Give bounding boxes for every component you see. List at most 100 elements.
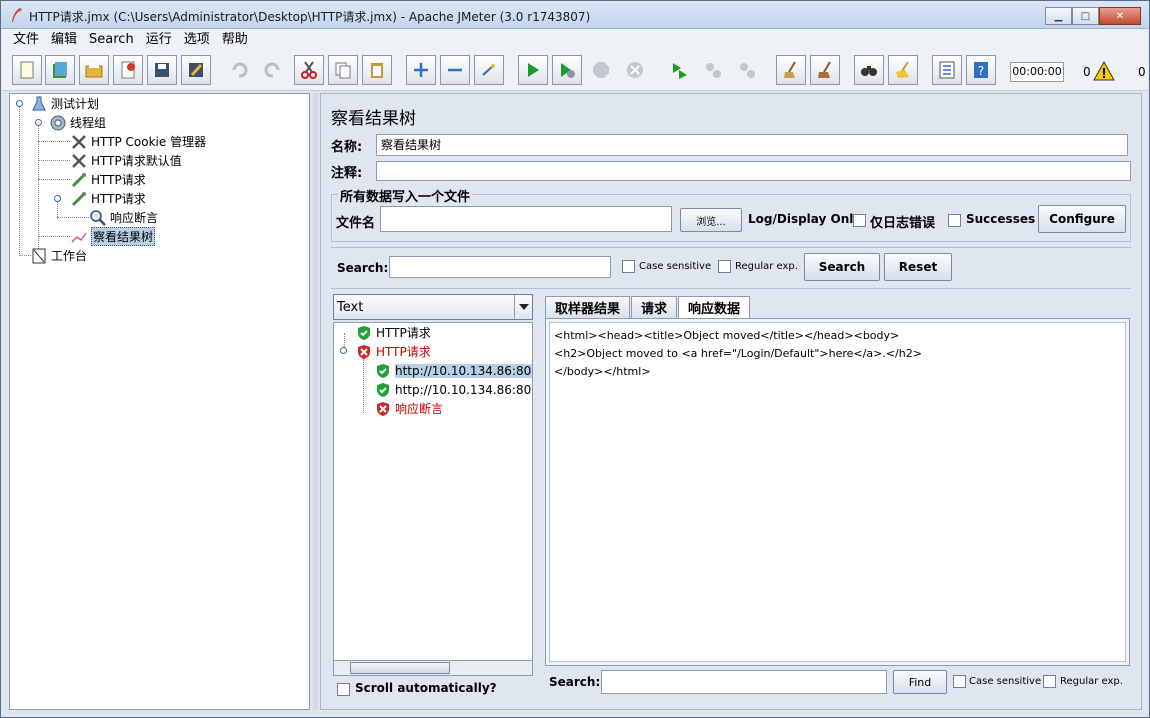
clear-all-button[interactable] <box>810 55 840 85</box>
group-title: 所有数据写入一个文件 <box>338 186 473 205</box>
menu-edit[interactable]: 编辑 <box>45 29 83 51</box>
tab-request[interactable]: 请求 <box>631 296 678 318</box>
tab-response-data[interactable]: 响应数据 <box>678 296 751 318</box>
tree-item-thread-group[interactable]: 线程组 <box>49 113 106 132</box>
tree-guide-line <box>38 160 70 161</box>
scroll-auto-checkbox[interactable] <box>337 683 350 696</box>
tree-item-view-results-tree[interactable]: 察看结果树 <box>70 227 156 246</box>
split-pane-divider[interactable] <box>313 93 318 710</box>
tree-expand-handle[interactable] <box>54 195 61 202</box>
name-input[interactable]: 察看结果树 <box>376 134 1128 156</box>
horizontal-scrollbar[interactable] <box>333 660 533 676</box>
toggle-button[interactable] <box>474 55 504 85</box>
start-button[interactable] <box>518 55 548 85</box>
comment-input[interactable] <box>375 161 1131 181</box>
new-button[interactable] <box>12 55 42 85</box>
tree-item-test-plan[interactable]: 测试计划 <box>30 94 99 113</box>
maximize-button[interactable]: □ <box>1072 7 1099 25</box>
scissors-icon <box>301 61 317 79</box>
cut-button[interactable] <box>294 55 324 85</box>
errors-only-label: 仅日志错误 <box>870 216 936 231</box>
successes-checkbox[interactable] <box>948 214 961 227</box>
browse-button[interactable]: 浏览... <box>680 208 742 232</box>
help-button[interactable]: ? <box>966 55 996 85</box>
chevron-down-icon[interactable] <box>514 295 532 319</box>
tree-expand-handle[interactable] <box>16 100 23 107</box>
menu-run[interactable]: 运行 <box>140 29 178 51</box>
remote-start-button[interactable] <box>664 55 694 85</box>
tree-guide-line <box>38 125 39 249</box>
shutdown-button[interactable] <box>620 55 650 85</box>
redo-button[interactable] <box>258 55 288 85</box>
result-item[interactable]: http://10.10.134.86:8083/ <box>375 380 532 399</box>
search-bar: Search: Case sensitive Regular exp. Sear… <box>331 247 1131 289</box>
save-as-button[interactable] <box>181 55 211 85</box>
log-display-label: Log/Display Only: <box>748 212 866 226</box>
remote-shutdown-button[interactable] <box>732 55 762 85</box>
start-no-pauses-button[interactable] <box>552 55 582 85</box>
paste-button[interactable] <box>362 55 392 85</box>
result-item[interactable]: 响应断言 <box>375 399 443 418</box>
regular-exp-checkbox[interactable] <box>718 260 731 273</box>
warning-triangle-icon[interactable] <box>1093 61 1115 81</box>
tree-expand-handle[interactable] <box>340 347 347 354</box>
menu-search[interactable]: Search <box>83 29 140 51</box>
reset-button[interactable]: Reset <box>884 253 952 281</box>
reset-search-button[interactable] <box>888 55 918 85</box>
expand-all-button[interactable] <box>406 55 436 85</box>
tree-item-http-request-2[interactable]: HTTP请求 <box>70 189 146 208</box>
tree-item-response-assertion[interactable]: 响应断言 <box>89 208 158 227</box>
filename-input[interactable] <box>380 206 672 232</box>
close-plan-button[interactable] <box>113 55 143 85</box>
tree-expand-handle[interactable] <box>35 119 42 126</box>
renderer-select[interactable]: Text <box>333 294 533 320</box>
response-regular-exp-checkbox[interactable] <box>1043 675 1056 688</box>
search-toolbar-button[interactable] <box>854 55 884 85</box>
case-sensitive-checkbox[interactable] <box>622 260 635 273</box>
configure-button[interactable]: Configure <box>1038 205 1126 233</box>
find-button[interactable]: Find <box>893 670 947 694</box>
response-search-input[interactable] <box>601 670 887 694</box>
menu-help[interactable]: 帮助 <box>216 29 254 51</box>
result-item[interactable]: HTTP请求 <box>356 342 431 361</box>
active-threads-count: 0 <box>1138 65 1146 79</box>
collapse-all-button[interactable] <box>440 55 470 85</box>
gear-icon <box>49 114 67 132</box>
open-button[interactable] <box>79 55 109 85</box>
remote-stop-button[interactable] <box>698 55 728 85</box>
scrollbar-thumb[interactable] <box>350 662 450 674</box>
write-to-file-group: 所有数据写入一个文件 文件名 浏览... Log/Display Only: 仅… <box>331 186 1131 242</box>
filename-label: 文件名 <box>336 216 376 231</box>
graph-icon <box>70 228 88 246</box>
stop-button[interactable] <box>586 55 616 85</box>
undo-button[interactable] <box>224 55 254 85</box>
response-regular-exp-label: Regular exp. <box>1060 676 1123 687</box>
result-item[interactable]: HTTP请求 <box>356 323 431 342</box>
result-item-label: 响应断言 <box>395 402 444 416</box>
search-button[interactable]: Search <box>804 253 880 281</box>
function-helper-button[interactable] <box>932 55 962 85</box>
response-text-area[interactable]: <html><head><title>Object moved</title><… <box>549 322 1126 662</box>
jmeter-window: HTTP请求.jmx (C:\Users\Administrator\Deskt… <box>0 0 1150 718</box>
result-item-label: http://10.10.134.86:8083/ <box>395 363 532 378</box>
tree-item-http-request-1[interactable]: HTTP请求 <box>70 170 146 189</box>
tree-item-label: 响应断言 <box>110 211 159 225</box>
errors-only-checkbox[interactable] <box>853 214 866 227</box>
tree-item-cookie-manager[interactable]: HTTP Cookie 管理器 <box>70 132 206 151</box>
response-case-sensitive-checkbox[interactable] <box>953 675 966 688</box>
clear-button[interactable] <box>776 55 806 85</box>
tab-sampler-result[interactable]: 取样器结果 <box>545 296 631 318</box>
tree-item-http-defaults[interactable]: HTTP请求默认值 <box>70 151 182 170</box>
menu-options[interactable]: 选项 <box>178 29 216 51</box>
play-no-timers-icon <box>561 63 575 78</box>
copy-button[interactable] <box>328 55 358 85</box>
tools-icon <box>70 133 88 151</box>
close-button[interactable]: ✕ <box>1099 7 1141 25</box>
menu-file[interactable]: 文件 <box>2 29 45 51</box>
result-item[interactable]: http://10.10.134.86:8083/ <box>375 361 532 380</box>
minimize-button[interactable]: ▁ <box>1045 7 1072 25</box>
search-input[interactable] <box>389 256 611 278</box>
templates-button[interactable] <box>45 55 75 85</box>
tree-item-workbench[interactable]: 工作台 <box>30 246 87 265</box>
save-button[interactable] <box>147 55 177 85</box>
